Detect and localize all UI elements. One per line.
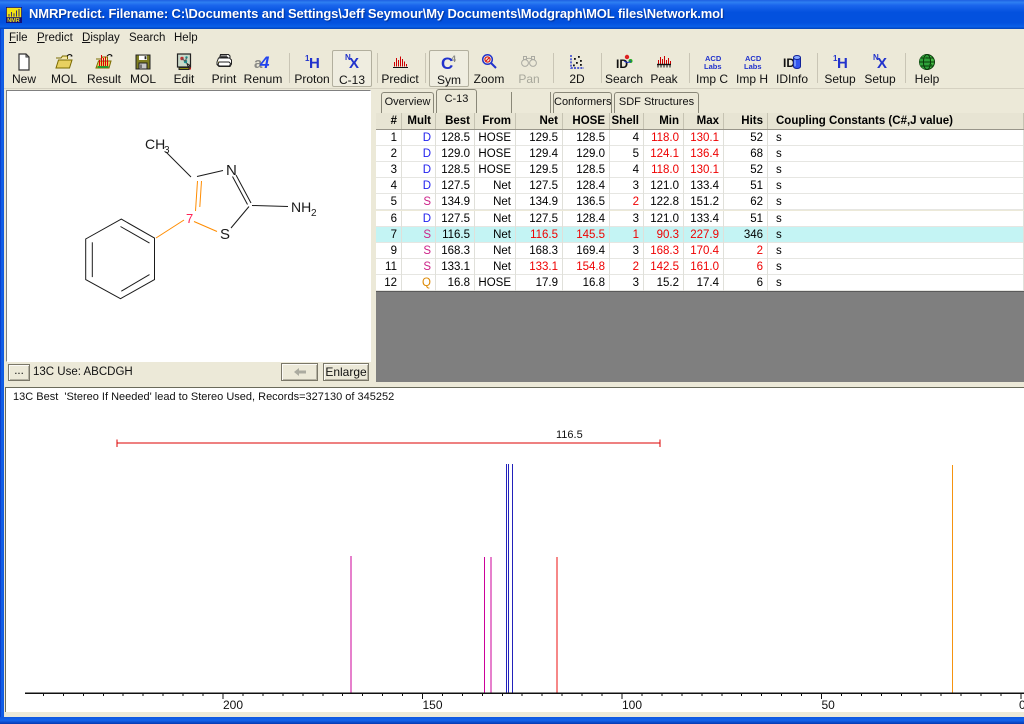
svg-text:H: H bbox=[309, 55, 320, 72]
svg-text:50: 50 bbox=[822, 698, 836, 712]
svg-text:7: 7 bbox=[186, 211, 193, 226]
svg-text:2: 2 bbox=[311, 208, 317, 219]
svg-text:200: 200 bbox=[223, 698, 243, 712]
svg-text:S: S bbox=[220, 226, 230, 243]
svg-text:100: 100 bbox=[622, 698, 642, 712]
svg-text:CH: CH bbox=[145, 136, 165, 152]
svg-text:3: 3 bbox=[164, 145, 170, 156]
svg-text:150: 150 bbox=[423, 698, 443, 712]
svg-text:0: 0 bbox=[1019, 698, 1024, 712]
svg-text:X: X bbox=[349, 55, 359, 72]
svg-text:NH: NH bbox=[291, 199, 311, 215]
svg-text:NMR: NMR bbox=[7, 18, 20, 23]
svg-text:4: 4 bbox=[259, 53, 270, 72]
svg-text:N: N bbox=[226, 162, 237, 179]
svg-text:116.5: 116.5 bbox=[556, 429, 583, 441]
